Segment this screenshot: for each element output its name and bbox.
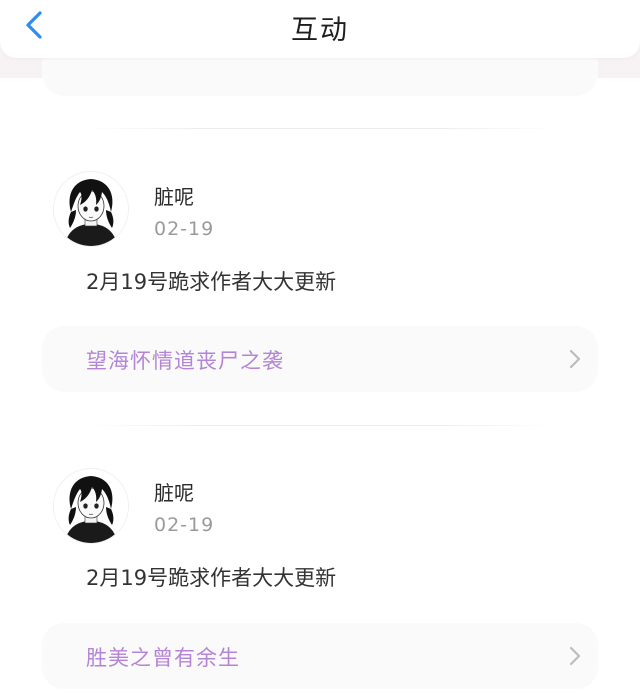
chevron-right-icon [568, 645, 582, 667]
page-title: 互动 [291, 15, 349, 46]
book-card[interactable]: 望海怀情道丧尸之袭 [42, 326, 598, 392]
book-card[interactable]: 胜美之曾有余生 [42, 623, 598, 689]
avatar[interactable] [54, 469, 128, 543]
divider [86, 128, 556, 129]
divider [86, 425, 556, 426]
book-title: 望海怀情道丧尸之袭 [86, 349, 284, 373]
comment-text: 2月19号跪求作者大大更新 [86, 270, 337, 294]
header-bar: 互动 [0, 0, 640, 58]
avatar[interactable] [54, 172, 128, 246]
book-title: 胜美之曾有余生 [86, 646, 240, 670]
post-date: 02-19 [154, 218, 215, 240]
avatar-image [54, 172, 128, 246]
user-name[interactable]: 脏呢 [154, 181, 194, 210]
post-date: 02-19 [154, 514, 215, 536]
user-name[interactable]: 脏呢 [154, 477, 194, 506]
comment-text: 2月19号跪求作者大大更新 [86, 566, 337, 590]
avatar-image [54, 469, 128, 543]
chevron-right-icon [568, 348, 582, 370]
